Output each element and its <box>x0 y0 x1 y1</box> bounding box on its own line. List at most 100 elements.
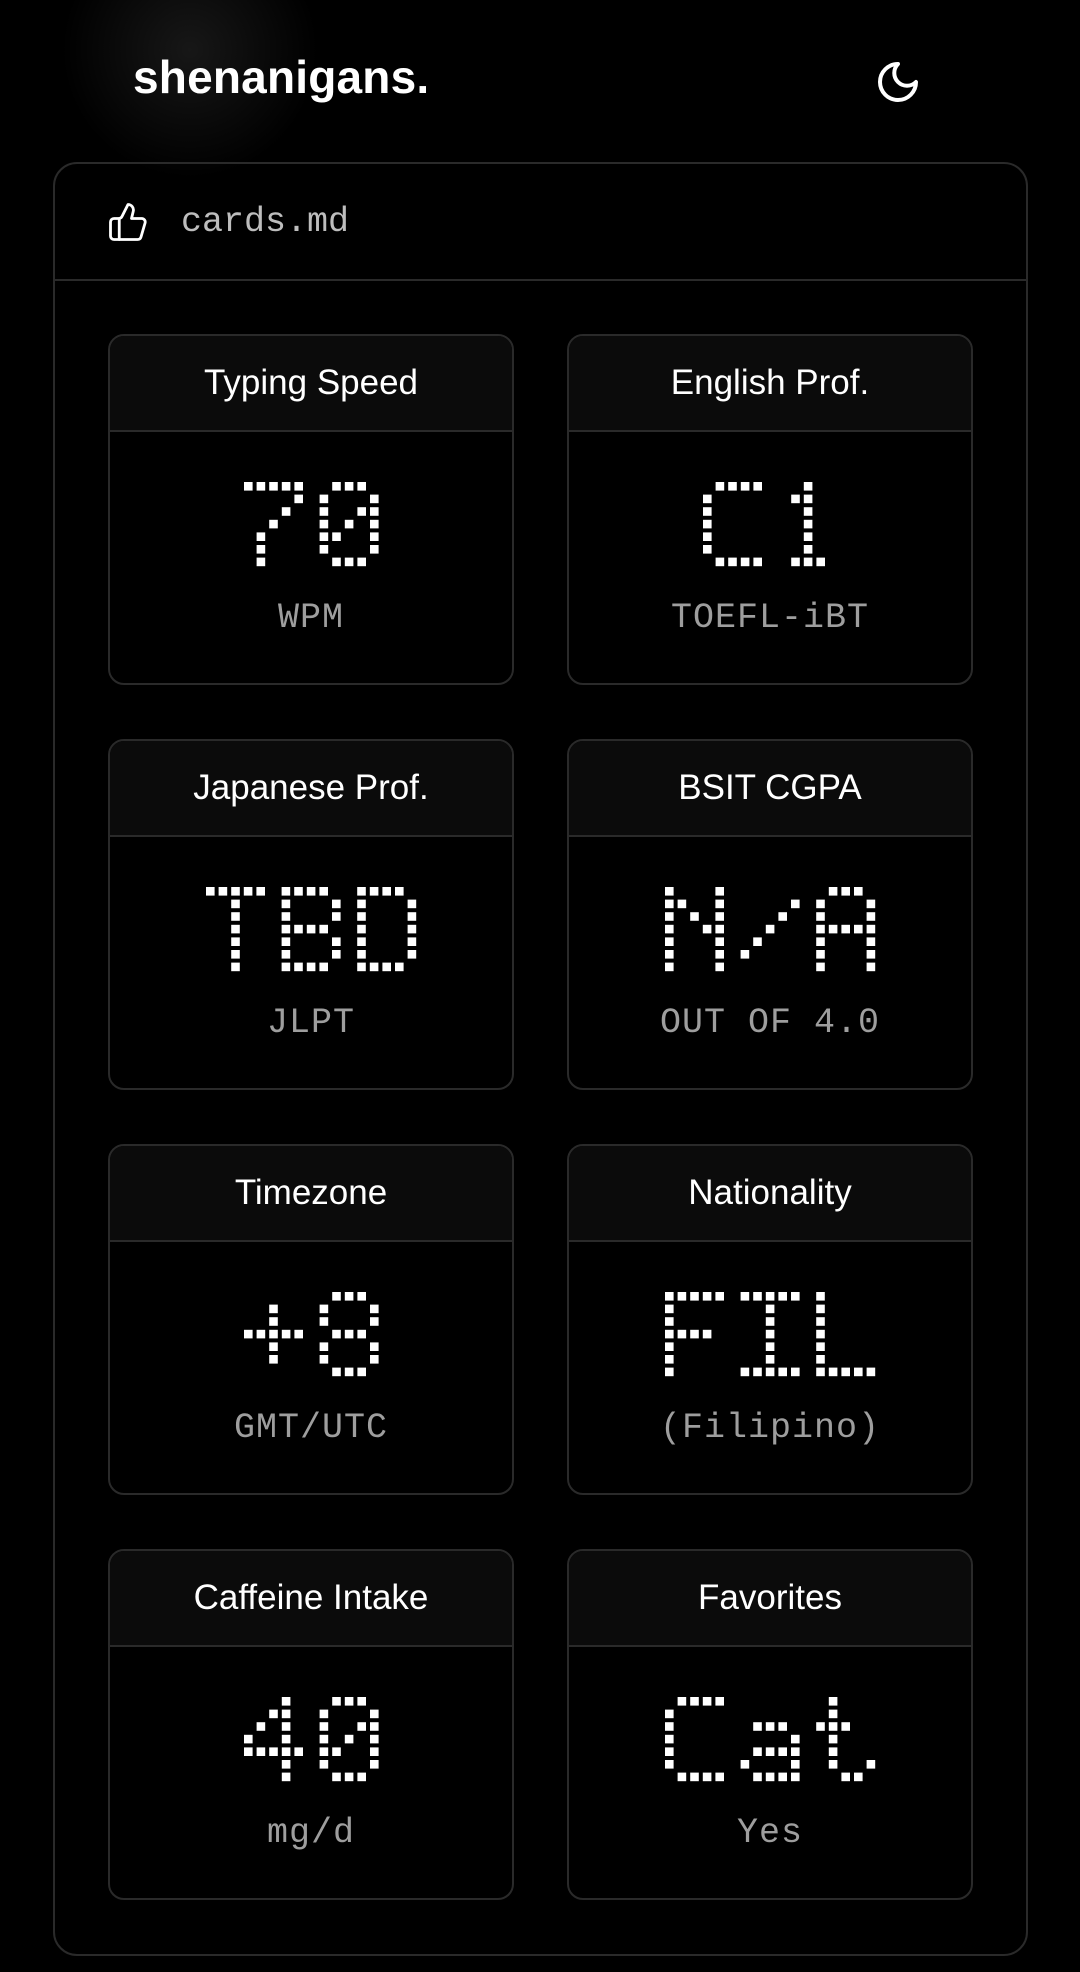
value-dot <box>281 1747 291 1756</box>
value-dot <box>281 924 291 934</box>
card-body: N/A OUT OF 4.0 <box>569 837 971 1088</box>
card-value: TBD <box>204 885 418 973</box>
value-dot <box>740 1759 750 1769</box>
value-dot <box>281 1329 291 1339</box>
value-dot <box>765 1747 775 1756</box>
value-dot <box>294 924 303 934</box>
card-value: +8 <box>242 1290 381 1378</box>
value-dot <box>702 532 712 541</box>
value-dot <box>319 494 328 504</box>
value-dot <box>294 886 303 896</box>
value-dot <box>664 1759 674 1769</box>
value-dot <box>715 886 724 896</box>
value-dot <box>740 481 750 491</box>
value-dot <box>753 1367 762 1377</box>
value-dot <box>677 1772 687 1782</box>
value-dot <box>816 962 825 972</box>
value-dot <box>344 557 354 567</box>
value-dot <box>778 1291 787 1301</box>
value-dot <box>319 1722 328 1731</box>
value-dot <box>394 962 404 972</box>
value-dot <box>816 949 825 959</box>
value-dot <box>790 1772 800 1782</box>
value-dot <box>331 1291 341 1301</box>
value-dot <box>828 886 838 896</box>
value-dot <box>281 1709 291 1719</box>
value-dot <box>281 1734 291 1744</box>
value-dot <box>664 962 674 972</box>
dot-matrix-value: +8 <box>243 1291 379 1377</box>
theme-toggle-button[interactable] <box>870 54 926 110</box>
card-favorites: Favorites Cat Yes <box>567 1549 973 1900</box>
value-dot <box>828 1722 838 1731</box>
value-dot <box>369 519 379 529</box>
value-dot <box>816 557 825 567</box>
dot-matrix-value: N/A <box>664 886 876 972</box>
card-body: TBD JLPT <box>110 837 512 1088</box>
value-dot <box>319 1354 328 1364</box>
value-dot <box>790 1734 800 1744</box>
value-dot <box>268 1304 278 1314</box>
value-dot <box>664 899 674 909</box>
value-dot <box>828 1709 838 1719</box>
value-dot <box>828 1734 838 1744</box>
card-value: FIL <box>663 1290 877 1378</box>
value-dot <box>231 937 240 946</box>
value-dot <box>803 507 813 516</box>
file-name: cards.md <box>181 201 350 242</box>
value-dot <box>765 1329 775 1339</box>
value-dot <box>256 557 265 567</box>
value-dot <box>243 1747 253 1756</box>
value-dot <box>319 1317 328 1326</box>
value-dot <box>331 899 341 909</box>
value-dot <box>357 1696 366 1706</box>
value-dot <box>740 949 750 959</box>
value-dot <box>803 544 813 554</box>
value-dot <box>790 494 800 504</box>
card-body: 70 WPM <box>110 432 512 683</box>
value-dot <box>841 1722 850 1731</box>
value-dot <box>319 1709 328 1719</box>
value-dot <box>664 1709 674 1719</box>
value-dot <box>357 1367 366 1377</box>
card-unit: WPM <box>277 598 344 638</box>
card-body: 40 mg/d <box>110 1647 512 1898</box>
site-title[interactable]: shenanigans. <box>133 50 429 104</box>
value-dot <box>790 1759 800 1769</box>
value-dot <box>281 937 291 946</box>
value-dot <box>866 949 876 959</box>
value-dot <box>765 1354 775 1364</box>
value-dot <box>331 481 341 491</box>
value-dot <box>816 1329 825 1339</box>
card-title: Favorites <box>569 1551 971 1647</box>
value-dot <box>778 1367 787 1377</box>
value-dot <box>394 886 404 896</box>
card-title: Typing Speed <box>110 336 512 432</box>
value-dot <box>866 899 876 909</box>
value-dot <box>357 481 366 491</box>
value-dot <box>268 1329 278 1339</box>
dot-matrix-value: C1 <box>702 481 825 567</box>
value-dot <box>715 557 724 567</box>
value-dot <box>243 481 253 491</box>
value-dot <box>331 1367 341 1377</box>
value-dot <box>357 949 366 959</box>
dot-matrix-value: 40 <box>243 1696 379 1782</box>
card-title: Japanese Prof. <box>110 741 512 837</box>
value-dot <box>778 912 787 921</box>
value-dot <box>205 886 215 896</box>
value-dot <box>702 507 712 516</box>
value-dot <box>357 937 366 946</box>
value-dot <box>243 1329 253 1339</box>
value-dot <box>690 1696 699 1706</box>
value-dot <box>803 481 813 491</box>
value-dot <box>344 1367 354 1377</box>
card-body: Cat Yes <box>569 1647 971 1898</box>
card-english-prof: English Prof. C1 TOEFL-iBT <box>567 334 973 685</box>
value-dot <box>765 1291 775 1301</box>
value-dot <box>319 519 328 529</box>
value-dot <box>231 912 240 921</box>
card-value: C1 <box>701 480 840 568</box>
value-dot <box>231 899 240 909</box>
site-header: shenanigans. <box>0 0 1080 162</box>
